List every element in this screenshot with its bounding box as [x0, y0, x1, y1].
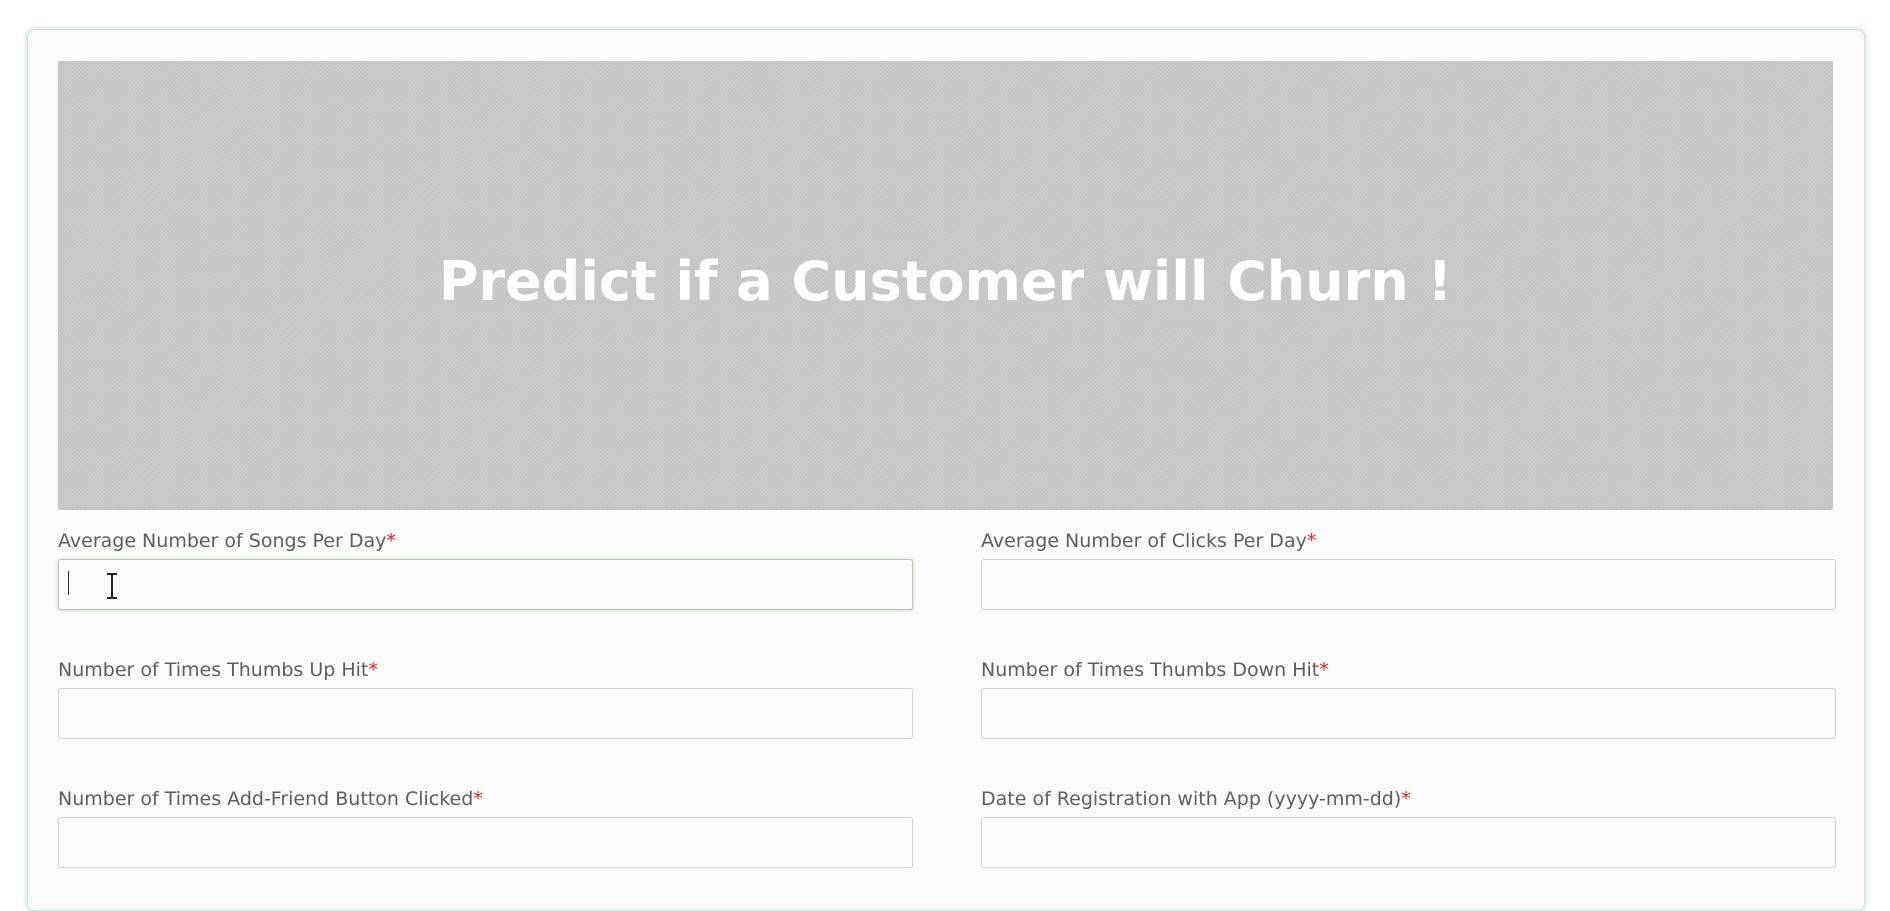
avg-songs-label: Average Number of Songs Per Day*	[58, 530, 396, 552]
field-avg-clicks: Average Number of Clicks Per Day*	[981, 529, 1837, 610]
thumbs-up-label: Number of Times Thumbs Up Hit*	[58, 659, 378, 681]
field-add-friend: Number of Times Add-Friend Button Clicke…	[58, 787, 914, 868]
add-friend-label: Number of Times Add-Friend Button Clicke…	[58, 788, 483, 810]
thumbs-down-label: Number of Times Thumbs Down Hit*	[981, 659, 1329, 681]
thumbs-up-input[interactable]	[58, 688, 913, 739]
form-card: Predict if a Customer will Churn ! Avera…	[27, 29, 1865, 911]
required-marker: *	[1319, 659, 1329, 681]
required-marker: *	[368, 659, 378, 681]
avg-clicks-input[interactable]	[981, 559, 1836, 610]
avg-songs-input[interactable]	[58, 559, 913, 610]
header-banner: Predict if a Customer will Churn !	[58, 61, 1833, 510]
thumbs-down-input[interactable]	[981, 688, 1836, 739]
registration-date-input[interactable]	[981, 817, 1836, 868]
field-thumbs-down: Number of Times Thumbs Down Hit*	[981, 658, 1837, 739]
page-title: Predict if a Customer will Churn !	[438, 250, 1453, 313]
required-marker: *	[473, 788, 483, 810]
registration-date-label: Date of Registration with App (yyyy-mm-d…	[981, 788, 1411, 810]
field-registration-date: Date of Registration with App (yyyy-mm-d…	[981, 787, 1837, 868]
text-caret	[68, 571, 69, 595]
field-avg-songs: Average Number of Songs Per Day*	[58, 529, 914, 610]
add-friend-input[interactable]	[58, 817, 913, 868]
field-thumbs-up: Number of Times Thumbs Up Hit*	[58, 658, 914, 739]
required-marker: *	[1306, 530, 1317, 552]
required-marker: *	[386, 530, 396, 552]
required-marker: *	[1401, 788, 1411, 810]
avg-clicks-label: Average Number of Clicks Per Day*	[981, 530, 1317, 552]
text-cursor-icon	[107, 573, 117, 599]
